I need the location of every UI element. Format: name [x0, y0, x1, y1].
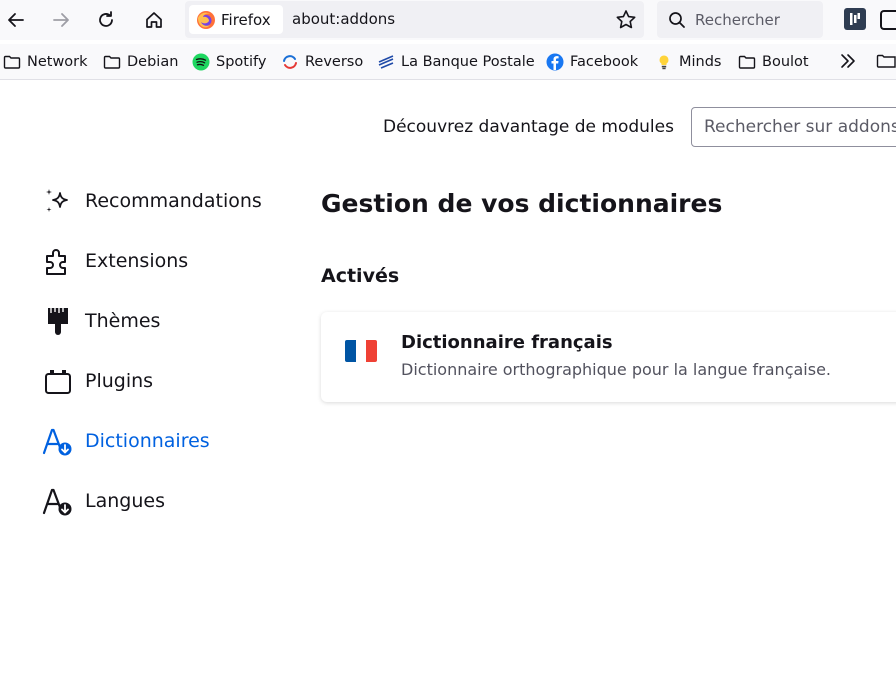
bookmark-reverso[interactable]: Reverso — [281, 51, 363, 73]
arrow-right-icon — [53, 13, 69, 27]
extension-logo-icon — [850, 13, 860, 25]
category-langues[interactable]: Langues — [42, 484, 165, 518]
lightbulb-icon — [659, 55, 669, 70]
banque-postale-icon — [378, 55, 394, 69]
folder-icon — [3, 55, 21, 69]
sparkle-icon — [46, 189, 68, 212]
addon-name[interactable]: Dictionnaire français — [401, 332, 613, 353]
category-label: Recommandations — [85, 190, 262, 212]
identity-label: Firefox — [221, 10, 271, 29]
reload-icon — [99, 11, 113, 27]
bookmark-label: La Banque Postale — [401, 54, 535, 70]
url-text[interactable]: about:addons — [292, 10, 395, 28]
section-title-enabled: Activés — [321, 265, 400, 287]
bookmark-boulot[interactable]: Boulot — [738, 51, 809, 73]
home-icon — [146, 12, 162, 28]
search-placeholder: Rechercher — [695, 10, 780, 29]
page-title: Gestion de vos dictionnaires — [321, 189, 723, 218]
back-button[interactable] — [0, 4, 32, 36]
bookmark-network[interactable]: Network — [3, 51, 88, 73]
dictionary-icon — [42, 428, 72, 456]
category-label: Extensions — [85, 250, 189, 272]
bookmark-label: Spotify — [216, 54, 267, 70]
puzzle-icon — [46, 249, 66, 275]
bookmark-star-icon[interactable] — [614, 8, 638, 32]
bookmark-label: Debian — [127, 54, 179, 70]
category-extensions[interactable]: Extensions — [42, 244, 188, 278]
folder-icon — [103, 55, 121, 69]
category-label: Dictionnaires — [85, 430, 210, 452]
extension-button[interactable] — [844, 8, 866, 30]
category-dictionnaires[interactable]: Dictionnaires — [42, 424, 210, 458]
discover-more-label: Découvrez davantage de modules — [383, 117, 674, 137]
plugin-icon — [45, 370, 71, 394]
bookmark-label: Minds — [679, 54, 722, 70]
bookmark-label: Reverso — [305, 54, 364, 70]
reverso-icon — [283, 55, 297, 69]
bookmark-minds[interactable]: Minds — [655, 51, 722, 73]
folder-icon[interactable] — [876, 52, 896, 70]
addon-description: Dictionnaire orthographique pour la lang… — [401, 360, 832, 379]
spotify-icon — [192, 53, 210, 71]
chevron-double-right-icon[interactable] — [838, 51, 858, 71]
reload-button[interactable] — [90, 4, 122, 36]
bookmark-debian[interactable]: Debian — [103, 51, 178, 73]
category-label: Langues — [85, 490, 165, 512]
category-label: Plugins — [85, 370, 154, 392]
language-icon — [42, 488, 72, 516]
identity-box[interactable]: Firefox — [189, 5, 283, 34]
bookmark-label: Boulot — [762, 54, 809, 70]
arrow-left-icon — [8, 13, 24, 27]
flag-france-icon — [345, 340, 377, 362]
home-button[interactable] — [138, 4, 170, 36]
folder-icon — [738, 55, 756, 69]
forward-button[interactable] — [45, 4, 77, 36]
search-icon — [669, 11, 685, 28]
bookmark-label: Network — [27, 54, 88, 70]
category-themes[interactable]: Thèmes — [42, 304, 160, 338]
firefox-logo-icon — [197, 10, 215, 29]
brush-icon — [48, 308, 68, 335]
bookmark-spotify[interactable]: Spotify — [192, 51, 266, 73]
overflow-menu-button[interactable] — [880, 10, 896, 30]
category-recommandations[interactable]: Recommandations — [42, 184, 262, 218]
bookmark-label: Facebook — [570, 54, 639, 70]
category-label: Thèmes — [85, 310, 161, 332]
category-plugins[interactable]: Plugins — [42, 364, 153, 398]
addons-search-input[interactable] — [691, 107, 896, 147]
url-bar[interactable]: Firefox about:addons — [185, 1, 644, 38]
addon-card[interactable]: Dictionnaire français Dictionnaire ortho… — [321, 312, 896, 402]
facebook-icon — [546, 53, 564, 71]
search-bar[interactable]: Rechercher — [657, 1, 823, 38]
navigation-toolbar: Firefox about:addons Rechercher — [0, 0, 896, 40]
bookmark-facebook[interactable]: Facebook — [546, 51, 638, 73]
bookmark-banque-postale[interactable]: La Banque Postale — [377, 51, 535, 73]
